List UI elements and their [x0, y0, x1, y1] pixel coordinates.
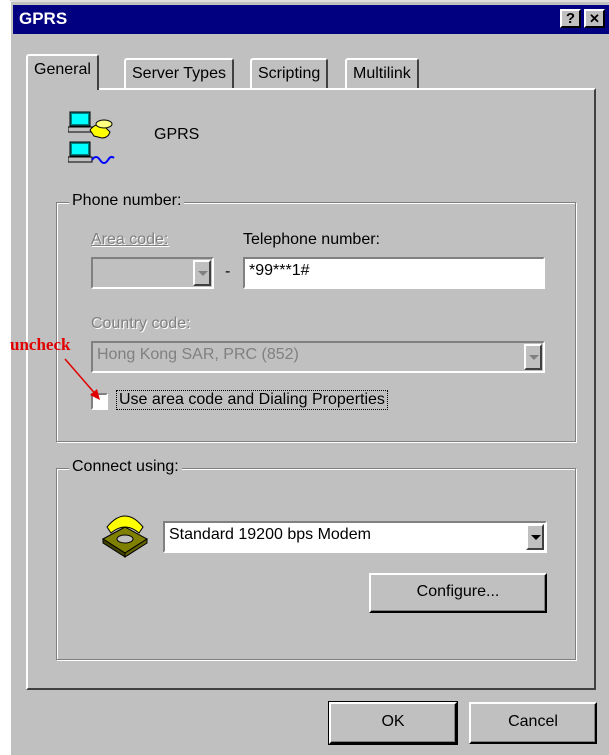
tab-general-label: General	[34, 61, 91, 78]
modem-select[interactable]: Standard 19200 bps Modem	[163, 521, 547, 553]
phone-number-group: Phone number: Area code: - Telephone num…	[56, 192, 576, 442]
modem-phone-icon	[97, 505, 151, 559]
connect-using-group: Connect using: Standard 19200 bps Modem …	[56, 458, 576, 660]
tab-multilink-label: Multilink	[353, 65, 411, 82]
help-button[interactable]: ?	[560, 9, 581, 28]
title-bar[interactable]: GPRS ? ✕	[13, 5, 609, 34]
tab-server-types-label: Server Types	[132, 65, 226, 82]
tab-server-types[interactable]: Server Types	[124, 58, 234, 90]
configure-button[interactable]: Configure...	[369, 573, 547, 613]
uncheck-annotation: uncheck	[10, 335, 71, 354]
country-code-dropdown-arrow[interactable]	[524, 344, 542, 370]
modem-dropdown-arrow[interactable]	[526, 524, 544, 550]
area-code-dash: -	[225, 263, 231, 280]
ok-button[interactable]: OK	[328, 701, 458, 745]
desktop-edge	[0, 0, 9, 755]
tab-scripting[interactable]: Scripting	[250, 58, 329, 90]
close-button[interactable]: ✕	[584, 9, 605, 28]
tab-multilink[interactable]: Multilink	[345, 58, 419, 90]
tab-general[interactable]: General	[26, 54, 99, 90]
area-code-dropdown-arrow[interactable]	[193, 260, 211, 286]
use-area-code-label[interactable]: Use area code and Dialing Properties	[116, 390, 388, 410]
general-tab-panel: GPRS Phone number: Area code: - Telephon…	[26, 88, 596, 690]
annotation-arrow-icon	[64, 358, 100, 400]
cancel-button-label: Cancel	[508, 713, 558, 730]
cancel-button[interactable]: Cancel	[469, 702, 597, 744]
telephone-number-value: *99***1#	[249, 262, 310, 279]
modem-value: Standard 19200 bps Modem	[169, 526, 371, 543]
window-title: GPRS	[19, 9, 68, 28]
area-code-label: Area code:	[91, 231, 169, 248]
configure-button-label: Configure...	[416, 583, 500, 600]
telephone-number-input[interactable]: *99***1#	[243, 257, 545, 289]
area-code-combobox[interactable]	[91, 257, 214, 289]
connect-using-legend: Connect using:	[69, 458, 182, 476]
country-code-value: Hong Kong SAR, PRC (852)	[97, 346, 299, 363]
country-code-combobox[interactable]: Hong Kong SAR, PRC (852)	[91, 341, 545, 373]
dialup-computer-phone-icon	[67, 110, 118, 170]
connection-name: GPRS	[154, 126, 200, 143]
phone-number-legend: Phone number:	[69, 192, 185, 210]
ok-button-label: OK	[381, 713, 405, 730]
telephone-number-label: Telephone number:	[243, 231, 380, 248]
country-code-label: Country code:	[91, 315, 191, 332]
tab-scripting-label: Scripting	[258, 65, 321, 82]
